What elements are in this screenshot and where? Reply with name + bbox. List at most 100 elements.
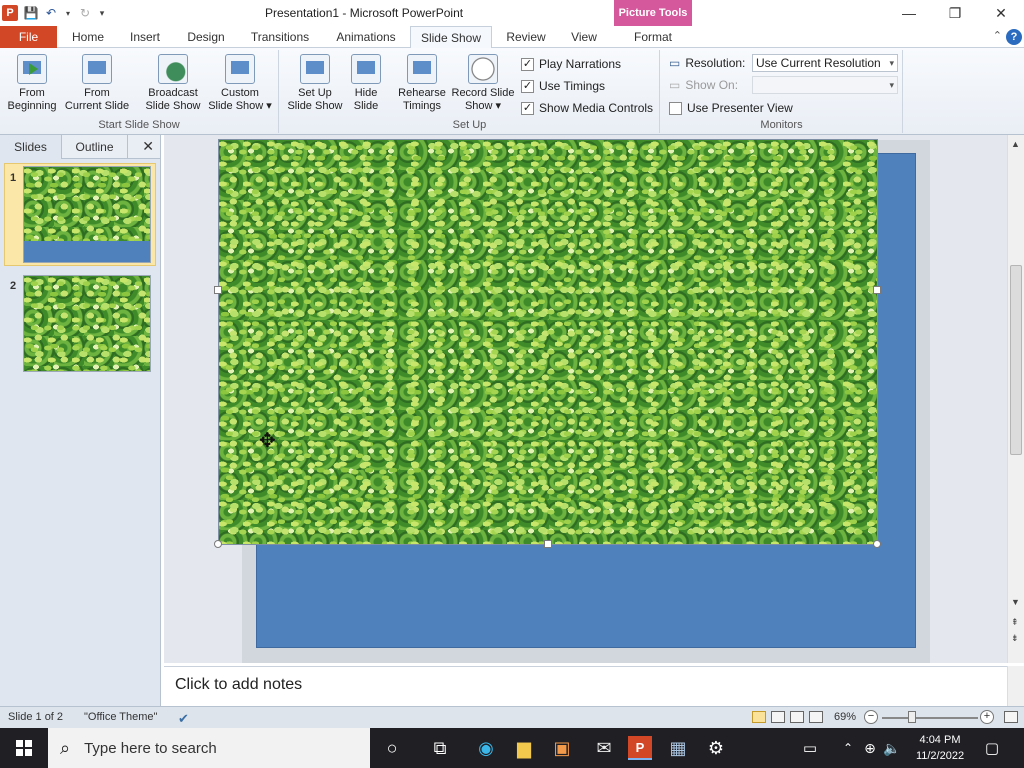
- slideshow-from-beginning-icon: [17, 54, 47, 84]
- zoom-out-icon[interactable]: −: [864, 710, 878, 724]
- thumbnail-leaves-image: [24, 276, 150, 371]
- thumbnail-leaves-image: [24, 167, 150, 241]
- minimize-button[interactable]: —: [886, 0, 932, 26]
- checkbox-checked-icon: ✓: [521, 101, 534, 115]
- undo-dropdown-icon[interactable]: ▾: [64, 6, 72, 20]
- powerpoint-logo-icon[interactable]: P: [2, 5, 18, 21]
- network-icon[interactable]: ⊕: [858, 736, 882, 760]
- picture-tools-context-label: Picture Tools: [614, 0, 692, 26]
- app-icon[interactable]: ▦: [666, 736, 690, 760]
- tab-view[interactable]: View: [562, 26, 606, 48]
- minimize-ribbon-icon[interactable]: ⌃: [993, 29, 1002, 45]
- help-icon[interactable]: ?: [1006, 29, 1022, 45]
- resize-handle-left[interactable]: [214, 286, 222, 294]
- scrollbar-thumb[interactable]: [1010, 265, 1022, 455]
- resize-handle-bottom-left[interactable]: [214, 540, 222, 548]
- tab-format[interactable]: Format: [620, 26, 686, 48]
- undo-icon[interactable]: ↶: [44, 6, 58, 20]
- tab-design[interactable]: Design: [178, 26, 234, 48]
- tab-transitions[interactable]: Transitions: [242, 26, 318, 48]
- microsoft-store-icon[interactable]: ▣: [550, 736, 574, 760]
- start-button[interactable]: [0, 728, 48, 768]
- slide-show-view-icon[interactable]: [809, 711, 823, 723]
- windows-taskbar: ⌕ Type here to search ○ ⧉ ◉ ▆ ▣ ✉ P ▦ ⚙ …: [0, 728, 1024, 768]
- slide-1-number: 1: [10, 172, 17, 184]
- mail-icon[interactable]: ✉: [592, 736, 616, 760]
- group-start-slide-show: From Beginning From Current Slide Broadc…: [0, 50, 279, 133]
- settings-gear-icon[interactable]: ⚙: [704, 736, 728, 760]
- spell-check-icon[interactable]: ✔: [178, 711, 189, 727]
- vertical-scrollbar[interactable]: ▲ ▼ ⇞ ⇟: [1007, 135, 1024, 663]
- record-slide-show-button[interactable]: Record Slide Show ▾: [450, 54, 516, 113]
- title-bar: P 💾 ↶ ▾ ↻ ▾ Presentation1 - Microsoft Po…: [0, 0, 1024, 26]
- slide-sorter-view-icon[interactable]: [771, 711, 785, 723]
- task-view-icon[interactable]: ⧉: [428, 736, 452, 760]
- show-media-controls-checkbox[interactable]: ✓ Show Media Controls: [521, 101, 653, 115]
- resolution-select[interactable]: Use Current Resolution ▾: [752, 54, 898, 72]
- powerpoint-taskbar-icon[interactable]: P: [628, 736, 652, 760]
- resize-handle-bottom[interactable]: [544, 540, 552, 548]
- slide-1-thumbnail[interactable]: [23, 166, 151, 263]
- zoom-in-icon[interactable]: +: [980, 710, 994, 724]
- next-slide-icon[interactable]: ⇟: [1011, 633, 1019, 644]
- use-timings-checkbox[interactable]: ✓ Use Timings: [521, 79, 605, 93]
- move-cursor-icon: ✥: [259, 430, 276, 452]
- use-presenter-view-checkbox[interactable]: Use Presenter View: [669, 101, 793, 115]
- action-center-icon[interactable]: ▢: [980, 736, 1004, 760]
- redo-icon[interactable]: ↻: [78, 6, 92, 20]
- from-beginning-label-1: From: [19, 87, 45, 99]
- volume-icon[interactable]: 🔈: [880, 736, 904, 760]
- taskbar-search-box[interactable]: ⌕ Type here to search: [48, 728, 370, 768]
- save-icon[interactable]: 💾: [24, 6, 39, 20]
- play-narrations-checkbox[interactable]: ✓ Play Narrations: [521, 57, 621, 71]
- zoom-slider[interactable]: [882, 717, 978, 719]
- notification-panel-icon[interactable]: ▭: [798, 736, 822, 760]
- use-presenter-view-label: Use Presenter View: [687, 101, 793, 115]
- broadcast-slide-show-button[interactable]: Broadcast Slide Show: [142, 54, 204, 113]
- maximize-button[interactable]: ❐: [932, 0, 978, 26]
- resize-handle-bottom-right[interactable]: [873, 540, 881, 548]
- tab-outline[interactable]: Outline: [62, 135, 128, 159]
- set-up-slide-show-icon: [300, 54, 330, 84]
- cortana-icon[interactable]: ○: [380, 736, 404, 760]
- custom-slide-show-button[interactable]: Custom Slide Show ▾: [206, 54, 274, 113]
- show-on-select[interactable]: ▾: [752, 76, 898, 94]
- theme-name[interactable]: "Office Theme": [84, 711, 157, 723]
- edge-browser-icon[interactable]: ◉: [474, 736, 498, 760]
- from-current-slide-button[interactable]: From Current Slide: [62, 54, 132, 113]
- show-on-label: Show On:: [685, 78, 739, 92]
- scroll-down-icon[interactable]: ▼: [1011, 597, 1020, 607]
- close-button[interactable]: ✕: [978, 0, 1024, 26]
- notes-scrollbar[interactable]: [1007, 666, 1024, 706]
- leaves-picture[interactable]: [218, 139, 878, 545]
- set-up-slide-show-button[interactable]: Set Up Slide Show: [284, 54, 346, 113]
- rehearse-timings-button[interactable]: Rehearse Timings: [394, 54, 450, 113]
- customize-qat-icon[interactable]: ▾: [98, 6, 106, 20]
- tab-home[interactable]: Home: [64, 26, 112, 48]
- show-hidden-icons-icon[interactable]: ⌃: [836, 736, 860, 760]
- setup-label-1: Set Up: [298, 87, 332, 99]
- previous-slide-icon[interactable]: ⇞: [1011, 617, 1019, 628]
- tab-animations[interactable]: Animations: [326, 26, 406, 48]
- tab-slide-show[interactable]: Slide Show: [410, 26, 492, 49]
- from-beginning-button[interactable]: From Beginning: [4, 54, 60, 113]
- tab-file[interactable]: File: [0, 26, 57, 48]
- tab-slides[interactable]: Slides: [0, 135, 62, 159]
- zoom-slider-knob[interactable]: [908, 711, 916, 723]
- system-clock[interactable]: 4:04 PM 11/2/2022: [908, 732, 972, 764]
- notes-pane[interactable]: Click to add notes: [164, 666, 1007, 706]
- file-explorer-icon[interactable]: ▆: [512, 736, 536, 760]
- zoom-level[interactable]: 69%: [834, 711, 856, 723]
- slide-2-thumbnail[interactable]: [23, 275, 151, 372]
- fit-to-window-icon[interactable]: [1004, 711, 1018, 723]
- tab-insert[interactable]: Insert: [120, 26, 170, 48]
- reading-view-icon[interactable]: [790, 711, 804, 723]
- normal-view-icon[interactable]: [752, 711, 766, 723]
- tab-review[interactable]: Review: [498, 26, 554, 48]
- scroll-up-icon[interactable]: ▲: [1011, 139, 1020, 149]
- resize-handle-right[interactable]: [873, 286, 881, 294]
- hide-slide-button[interactable]: Hide Slide: [348, 54, 384, 113]
- broadcast-label-2: Slide Show: [145, 100, 201, 112]
- close-pane-icon[interactable]: ✕: [142, 138, 154, 155]
- slide-2-number: 2: [10, 280, 17, 292]
